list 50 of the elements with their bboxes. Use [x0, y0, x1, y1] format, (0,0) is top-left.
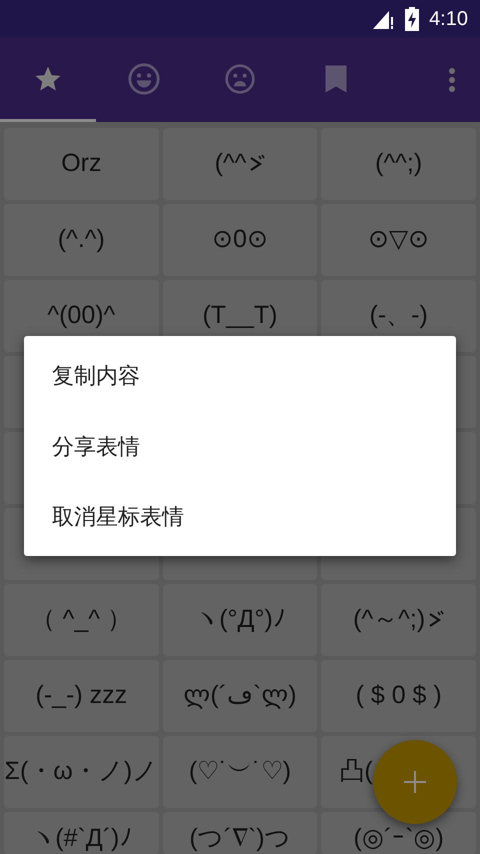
sad-face-icon — [224, 62, 256, 94]
emoticon-text: 凸( — [339, 756, 373, 788]
emoticon-text: Σ(・ω・ノ)ノ — [4, 756, 158, 788]
iteration-mark-icon — [428, 610, 444, 630]
emoticon-text: (♡˙︶˙♡) — [188, 756, 292, 788]
emoticon-text: (◎´ｰ`◎) — [354, 823, 444, 854]
emoticon-text: ⊙▽⊙ — [368, 224, 430, 256]
emoticon-text: ლ(´ڡ`ლ) — [183, 680, 297, 712]
emoticon-text: ^(00)^ — [47, 300, 116, 332]
emoticon-tile[interactable]: ლ(´ڡ`ლ) — [162, 660, 318, 732]
emoticon-tile[interactable]: ( $ 0 $ ) — [321, 660, 476, 732]
emoticon-text: Orz — [61, 148, 102, 180]
menu-item[interactable]: 取消星标表情 — [24, 481, 456, 552]
emoticon-tile[interactable]: (-_-) zzz — [4, 660, 159, 732]
emoticon-tile[interactable]: ヽ(#`Д´)ﾉ — [4, 812, 159, 854]
signal-icon — [373, 9, 396, 29]
emoticon-text: ヽ(°Д°)ﾉ — [194, 604, 286, 636]
emoticon-tile[interactable]: （ ^_^ ） — [4, 584, 159, 656]
smiley-icon — [127, 62, 161, 96]
iteration-mark-icon — [249, 154, 266, 174]
emoticon-tile[interactable]: (◎´ｰ`◎) — [321, 812, 476, 854]
emoticon-text: (^.^) — [58, 224, 105, 256]
emoticon-text: ヽ(#`Д´)ﾉ — [30, 823, 132, 854]
emoticon-tile[interactable]: ⊙▽⊙ — [321, 204, 476, 276]
plus-icon — [404, 771, 426, 793]
emoticon-text: (-、-) — [370, 300, 428, 332]
bookmark-icon — [324, 64, 348, 94]
emoticon-tile[interactable]: (つ´∇`)つ — [162, 812, 318, 854]
emoticon-text: ( $ 0 $ ) — [356, 680, 442, 712]
emoticon-text: (^^;) — [375, 148, 422, 180]
emoticon-tile[interactable]: (^^ — [162, 128, 318, 200]
emoticon-tile[interactable]: Σ(・ω・ノ)ノ — [4, 736, 159, 808]
more-icon — [448, 67, 456, 93]
emoticon-tile[interactable]: (^～^;) — [321, 584, 476, 656]
emoticon-tile[interactable]: (^^;) — [321, 128, 476, 200]
emoticon-tile[interactable]: (^.^) — [4, 204, 159, 276]
emoticon-text: （ ^_^ ） — [30, 604, 132, 636]
emoticon-tile[interactable]: Orz — [4, 128, 159, 200]
emoticon-text: (-_-) zzz — [36, 680, 128, 712]
emoticon-text: (^～^;) — [353, 604, 426, 636]
battery-charging-icon — [405, 7, 420, 31]
emoticon-text: ⊙0⊙ — [212, 224, 268, 256]
clock-time: 4:10 — [429, 7, 468, 32]
emoticon-tile[interactable]: ヽ(°Д°)ﾉ — [162, 584, 318, 656]
emoticon-tile[interactable]: ⊙0⊙ — [162, 204, 318, 276]
emoticon-tile[interactable]: (♡˙︶˙♡) — [162, 736, 318, 808]
menu-item[interactable]: 分享表情 — [24, 410, 456, 482]
emoticon-text: (T__T) — [202, 300, 278, 332]
emoticon-text: (つ´∇`)つ — [189, 823, 291, 854]
emoticon-text: (^^ — [214, 148, 246, 180]
